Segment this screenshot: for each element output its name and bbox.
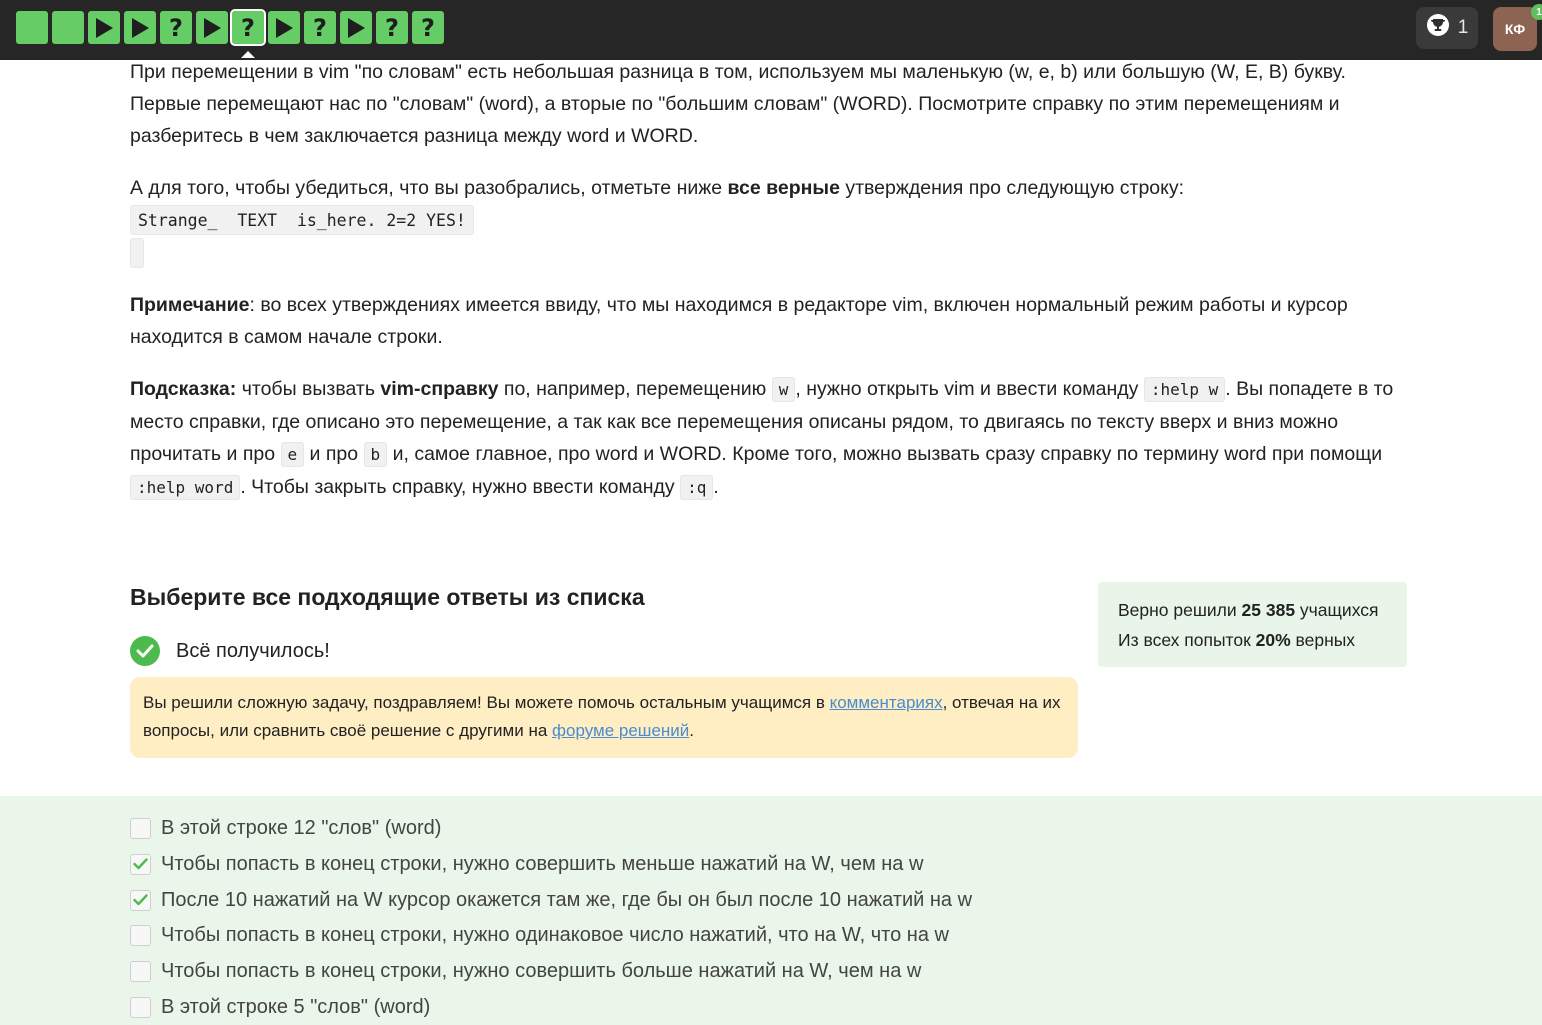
step-2-button[interactable] <box>52 11 84 44</box>
success-status: Всё получилось! <box>130 636 330 666</box>
checkmark-icon <box>133 894 148 906</box>
answer-label: После 10 нажатий на W курсор окажется та… <box>161 888 973 911</box>
question-icon: ? <box>313 13 327 42</box>
play-icon <box>129 16 151 40</box>
play-icon <box>201 16 223 40</box>
step-11-button[interactable]: ? <box>376 11 408 44</box>
success-check-icon <box>130 636 160 666</box>
code-w: w <box>771 377 796 402</box>
answer-option[interactable]: Чтобы попасть в конец строки, нужно сове… <box>130 960 921 983</box>
code-e: e <box>280 442 305 467</box>
checkbox-unchecked[interactable] <box>130 818 151 839</box>
code-b: b <box>363 442 388 467</box>
answer-option[interactable]: После 10 нажатий на W курсор окажется та… <box>130 889 972 912</box>
code-help-word: :help word <box>130 475 241 500</box>
question-icon: ? <box>421 13 435 42</box>
checkbox-unchecked[interactable] <box>130 997 151 1018</box>
solutions-forum-link[interactable]: форуме решений <box>552 721 689 740</box>
question-icon: ? <box>385 13 399 42</box>
stats-attempts: Из всех попыток 20% верных <box>1118 630 1356 650</box>
answer-label: Чтобы попасть в конец строки, нужно один… <box>161 924 949 947</box>
stats-solved-count: 25 385 <box>1241 600 1296 620</box>
step-5-button[interactable]: ? <box>160 11 192 44</box>
step-4-button[interactable] <box>124 11 156 44</box>
notification-badge: 1 <box>1531 4 1542 20</box>
hint-paragraph: Подсказка: чтобы вызвать vim-справку по,… <box>130 377 1394 500</box>
top-bar: ????? 1 КФ 1 <box>0 0 1542 60</box>
step-6-button[interactable] <box>196 11 228 44</box>
step-text: При перемещении в vim "по словам" есть н… <box>130 56 1410 524</box>
trophy-count: 1 <box>1457 17 1469 38</box>
checkbox-unchecked[interactable] <box>130 925 151 947</box>
hint-emphasis: vim-справку <box>380 378 499 400</box>
step-7-button[interactable]: ? <box>230 9 266 58</box>
checkbox-unchecked[interactable] <box>130 961 151 983</box>
lesson-steps: ????? <box>16 9 444 58</box>
solve-stats: Верно решили 25 385 учащихся Из всех поп… <box>1098 582 1407 667</box>
step-9-button[interactable]: ? <box>304 11 336 44</box>
note-paragraph: Примечание: во всех утверждениях имеется… <box>130 294 1348 348</box>
stats-percent: 20% <box>1255 630 1291 650</box>
checkbox-checked[interactable] <box>130 889 151 911</box>
answer-label: Чтобы попасть в конец строки, нужно сове… <box>161 960 922 983</box>
answer-label: В этой строке 12 "слов" (word) <box>161 817 442 839</box>
note-label: Примечание <box>130 294 250 316</box>
answer-option[interactable]: Чтобы попасть в конец строки, нужно один… <box>130 924 949 947</box>
hint-label: Подсказка: <box>130 378 237 400</box>
empty-code-block <box>130 238 144 268</box>
trophy-icon <box>1426 13 1450 43</box>
checkbox-checked[interactable] <box>130 853 151 875</box>
achievements-button[interactable]: 1 <box>1416 7 1478 49</box>
emphasis-all-correct: все верные <box>727 177 840 199</box>
step-12-button[interactable]: ? <box>412 11 444 44</box>
answer-option[interactable]: В этой строке 12 "слов" (word) <box>130 817 441 840</box>
step-10-button[interactable] <box>340 11 372 44</box>
intro-paragraph: При перемещении в vim "по словам" есть н… <box>130 61 1346 147</box>
step-3-button[interactable] <box>88 11 120 44</box>
stats-solved: Верно решили 25 385 учащихся <box>1118 600 1379 620</box>
play-icon <box>273 16 295 40</box>
answer-option[interactable]: Чтобы попасть в конец строки, нужно сове… <box>130 853 923 876</box>
code-quit: :q <box>680 475 714 500</box>
question-icon: ? <box>241 13 255 42</box>
answer-options: В этой строке 12 "слов" (word) Чтобы попа… <box>0 796 1542 1025</box>
congrats-notice: Вы решили сложную задачу, поздравляем! В… <box>130 677 1078 758</box>
task-paragraph: А для того, чтобы убедиться, что вы разо… <box>130 177 1185 199</box>
success-text: Всё получилось! <box>176 639 330 662</box>
play-icon <box>345 16 367 40</box>
answer-label: В этой строке 5 "слов" (word) <box>161 996 431 1018</box>
play-icon <box>93 16 115 40</box>
quiz-title: Выберите все подходящие ответы из списка <box>130 584 645 610</box>
comments-link[interactable]: комментариях <box>830 693 943 712</box>
step-1-button[interactable] <box>16 11 48 44</box>
answer-option[interactable]: В этой строке 5 "слов" (word) <box>130 996 430 1019</box>
code-help-w: :help w <box>1143 377 1226 402</box>
sample-string-code: Strange_ TEXT is_here. 2=2 YES! <box>130 205 474 235</box>
answer-label: Чтобы попасть в конец строки, нужно сове… <box>161 852 924 875</box>
step-8-button[interactable] <box>268 11 300 44</box>
question-icon: ? <box>169 13 183 42</box>
checkmark-icon <box>133 858 148 870</box>
